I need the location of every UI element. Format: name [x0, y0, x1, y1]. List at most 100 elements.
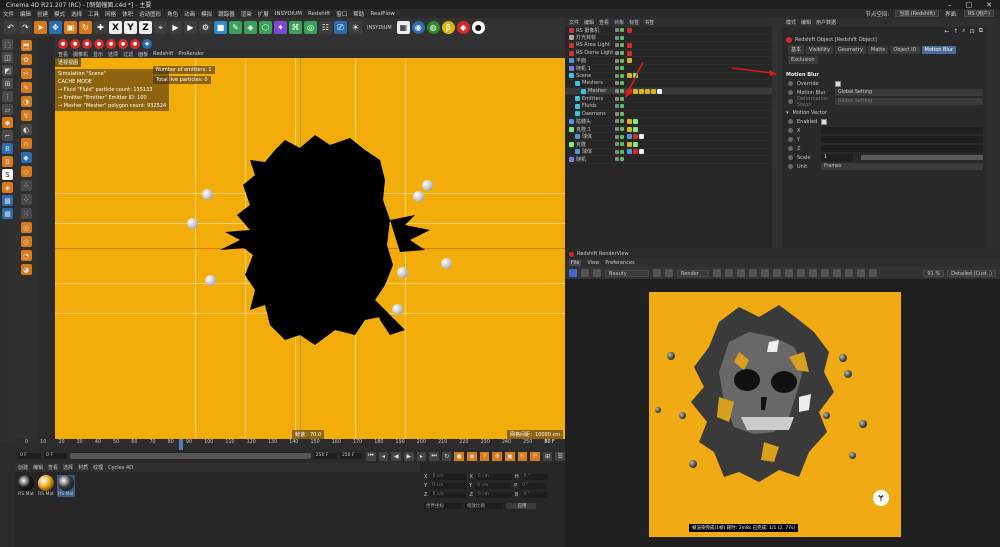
object-tag-icon[interactable] — [627, 42, 632, 48]
visibility-dot-icon[interactable] — [615, 142, 619, 147]
animate-dot-icon[interactable] — [788, 119, 793, 124]
viewport-menu-item[interactable]: 过滤 — [123, 51, 133, 58]
tab-exclusion[interactable]: Exclusion — [788, 56, 818, 64]
object-row[interactable]: Fluids — [565, 103, 780, 111]
realflow-icon[interactable]: ● — [471, 21, 485, 34]
visibility-dot-icon[interactable] — [615, 28, 619, 33]
tab-motion-blur[interactable]: Motion Blur — [921, 45, 957, 54]
menu-item[interactable]: 工具 — [88, 10, 99, 18]
play-icon[interactable]: ▶ — [403, 451, 414, 461]
renderview-menu-item[interactable]: View — [587, 260, 599, 266]
visibility-dot-icon[interactable] — [615, 51, 619, 56]
material-menu-item[interactable]: 查看 — [48, 464, 58, 471]
size-x-field[interactable]: 0 cm — [475, 474, 512, 480]
dot-grid-2-icon[interactable]: ⁘ — [20, 194, 32, 205]
make-editable-icon[interactable]: ⬚ — [2, 39, 13, 50]
solo-icon[interactable]: B — [2, 156, 13, 167]
object-row[interactable]: 球体 — [565, 133, 780, 141]
scale-key-icon[interactable]: ▣ — [504, 451, 515, 461]
histogram-icon[interactable] — [797, 269, 805, 277]
rotate-tool-icon[interactable]: ↻ — [79, 21, 92, 34]
position-y-field[interactable]: 0 cm — [430, 483, 467, 489]
y-axis-button[interactable]: Y — [124, 21, 137, 34]
size-z-field[interactable]: 0 cm — [475, 492, 512, 498]
animate-dot-icon[interactable] — [788, 81, 793, 86]
object-tag-icon[interactable] — [627, 141, 632, 147]
rs-environment-icon[interactable]: ● — [118, 38, 128, 49]
menu-item[interactable]: 角色 — [167, 10, 178, 18]
enabled-check-icon[interactable] — [620, 134, 624, 139]
object-menu-item[interactable]: 书签 — [644, 19, 654, 26]
menu-item[interactable]: 选择 — [71, 10, 82, 18]
enabled-check-icon[interactable] — [620, 119, 624, 124]
coordinate-mode-select[interactable]: 世界坐标 — [424, 503, 462, 509]
enabled-check-icon[interactable] — [620, 43, 624, 48]
enabled-check-icon[interactable] — [620, 35, 624, 40]
model-mode-icon[interactable]: ◫ — [2, 52, 13, 63]
visibility-dot-icon[interactable] — [615, 89, 619, 94]
s-button-icon[interactable]: S — [2, 169, 13, 180]
viewport-menu-item[interactable]: Redshift — [153, 51, 173, 57]
viewport-menu-item[interactable]: 显示 — [93, 51, 103, 58]
dot-grid-icon[interactable]: ⁘ — [20, 180, 32, 191]
menu-item[interactable]: INSYDIUM — [275, 11, 302, 17]
snapshot-icon[interactable] — [653, 269, 661, 277]
animate-dot-icon[interactable] — [788, 146, 793, 151]
object-row[interactable]: Meshers — [565, 80, 780, 88]
visibility-dot-icon[interactable] — [615, 81, 619, 86]
object-tag-icon[interactable] — [645, 88, 650, 94]
object-row[interactable]: 随机 — [565, 156, 780, 164]
x-particles-icon[interactable]: ◍ — [426, 21, 440, 34]
magnet-icon[interactable]: ∩ — [20, 138, 32, 149]
menu-item[interactable]: 跟踪器 — [218, 10, 235, 18]
goto-start-icon[interactable]: ⏮ — [366, 451, 376, 461]
material-swatch[interactable]: RS Mat — [37, 475, 55, 497]
animate-dot-icon[interactable] — [788, 155, 793, 160]
preview-end-field[interactable]: 250 F — [339, 453, 364, 459]
prev-key-icon[interactable]: ◂ — [378, 451, 389, 461]
menu-item[interactable]: 创建 — [37, 10, 48, 18]
spline-icon[interactable]: ✎ — [229, 21, 242, 34]
scene-icon[interactable]: ☷ — [319, 21, 332, 34]
size-y-field[interactable]: 0 cm — [475, 483, 512, 489]
menu-item[interactable]: 窗口 — [336, 10, 347, 18]
enabled-check-icon[interactable] — [620, 28, 624, 33]
menu-item[interactable]: 帮助 — [353, 10, 364, 18]
object-tag-icon[interactable] — [639, 134, 644, 140]
visibility-dot-icon[interactable] — [615, 111, 619, 116]
beta-icon[interactable]: β — [441, 21, 455, 34]
array-icon[interactable]: ⬡ — [259, 21, 272, 34]
menu-item[interactable]: 模拟 — [201, 10, 212, 18]
lock-icon[interactable]: ⊡ — [970, 28, 975, 35]
menu-item[interactable]: Redshift — [308, 11, 330, 17]
visibility-dot-icon[interactable] — [615, 43, 619, 48]
insydium-label[interactable]: INSYDIUM — [364, 25, 395, 31]
loop-select-icon[interactable]: ◎ — [20, 222, 32, 233]
scale-field[interactable]: 1 — [821, 154, 853, 161]
y-field[interactable] — [821, 136, 983, 143]
x-axis-button[interactable]: X — [109, 21, 122, 34]
end-frame-field[interactable]: 250 F — [313, 453, 337, 459]
menu-item[interactable]: 运动图形 — [139, 10, 161, 18]
enabled-check-icon[interactable] — [620, 51, 624, 56]
visibility-dot-icon[interactable] — [615, 157, 619, 162]
back-arrow-icon[interactable]: ← — [944, 28, 949, 35]
save-icon[interactable] — [665, 269, 673, 277]
deformation-select[interactable]: Global Setting — [835, 98, 983, 105]
object-row[interactable]: 灯光目标 — [565, 35, 780, 43]
layout-grid-icon[interactable]: ▦ — [2, 208, 13, 219]
texture-mode-icon[interactable]: ◩ — [2, 65, 13, 76]
object-row[interactable]: Mesher — [565, 87, 780, 96]
deformer-icon[interactable]: ⌘ — [289, 21, 302, 34]
object-tag-icon[interactable] — [627, 50, 632, 56]
exposure-icon[interactable] — [773, 269, 781, 277]
object-row[interactable]: 球体 — [565, 149, 780, 157]
compare-icon[interactable] — [821, 269, 829, 277]
object-tag-icon[interactable] — [627, 27, 632, 33]
light-icon[interactable]: ☀ — [349, 21, 362, 34]
bend-icon[interactable]: ↯ — [20, 110, 32, 121]
material-swatch[interactable]: RS Mat — [17, 475, 35, 497]
object-tag-icon[interactable] — [627, 118, 632, 124]
object-row[interactable]: RS Area Light — [565, 42, 780, 50]
rotation-h-field[interactable]: 0 ° — [521, 474, 548, 480]
